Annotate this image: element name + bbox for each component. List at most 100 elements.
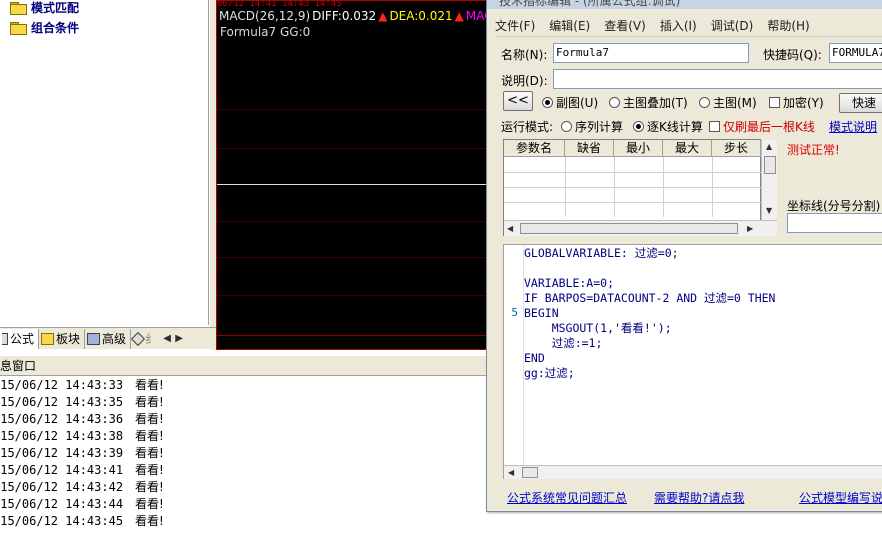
menu-file[interactable]: 文件(F)	[495, 17, 535, 34]
col-max[interactable]: 最大	[663, 140, 712, 157]
last-bar-only-label: 仅刷最后一根K线	[723, 120, 815, 134]
last-bar-only-checkbox[interactable]: 仅刷最后一根K线	[709, 118, 815, 135]
main-chart-radio[interactable]: 主图(M)	[699, 94, 757, 111]
message-time: 015/06/12 14:43:35	[0, 395, 124, 409]
grid-col-line	[614, 157, 615, 217]
series-calc-radio[interactable]: 序列计算	[561, 118, 623, 135]
scroll-down-icon[interactable]: ▼	[766, 206, 772, 215]
test-status: 测试正常!	[787, 143, 840, 157]
main-chart-radio-label: 主图(M)	[713, 96, 757, 110]
encrypt-checkbox[interactable]: 加密(Y)	[769, 94, 824, 111]
parameter-grid[interactable]: 参数名 缺省 最小 最大 步长 ▲ ▼ ◀ ▶	[503, 139, 777, 236]
grid-col-line	[712, 157, 713, 217]
message-text: 看看!	[135, 412, 164, 426]
col-min[interactable]: 最小	[614, 140, 663, 157]
message-window-header: 息窗口	[0, 356, 490, 376]
message-time: 015/06/12 14:43:41	[0, 463, 124, 477]
message-row: 015/06/12 14:43:38 看看!	[0, 428, 490, 445]
main-overlay-radio[interactable]: 主图叠加(T)	[609, 94, 688, 111]
description-input[interactable]	[553, 69, 882, 89]
message-text: 看看!	[135, 480, 164, 494]
menu-view[interactable]: 查看(V)	[604, 17, 646, 34]
bar-calc-radio[interactable]: 逐K线计算	[633, 118, 703, 135]
checkbox-box	[769, 97, 780, 108]
speed-button[interactable]: 快速	[839, 93, 882, 113]
code-line: 过滤:=1;	[524, 336, 603, 350]
collapse-button[interactable]: <<	[503, 91, 533, 111]
code-line: IF BARPOS=DATACOUNT-2 AND 过滤=0 THEN	[524, 291, 776, 305]
scroll-right-arrow-icon[interactable]: ▶	[173, 333, 185, 344]
name-input[interactable]: Formula7	[553, 43, 749, 63]
grid-horizontal-scrollbar[interactable]: ◀ ▶	[504, 220, 777, 236]
menu-edit[interactable]: 编辑(E)	[549, 17, 590, 34]
faq-link[interactable]: 公式系统常见问题汇总	[507, 489, 627, 506]
tab-formula[interactable]: 公式	[0, 328, 40, 349]
scroll-left-icon[interactable]: ◀	[508, 468, 514, 477]
menu-bar: 文件(F) 编辑(E) 查看(V) 插入(I) 调试(D) 帮助(H)	[495, 15, 882, 37]
formula-output-line: Formula7 GG:0	[220, 25, 311, 39]
axis-lines-input[interactable]	[787, 213, 882, 233]
chart-legend: MACD(26,12,9)DIFF:0.032▲DEA:0.021▲MACD	[219, 9, 489, 23]
tree-item-pattern-match[interactable]: 模式匹配	[10, 0, 79, 16]
scroll-thumb[interactable]	[520, 223, 738, 234]
help-link[interactable]: 需要帮助?请点我	[654, 489, 744, 506]
grid-line	[217, 295, 489, 296]
scroll-thumb[interactable]	[522, 467, 538, 478]
message-row: 015/06/12 14:43:41 看看!	[0, 462, 490, 479]
menu-insert[interactable]: 插入(I)	[660, 17, 697, 34]
radio-dot	[561, 121, 572, 132]
grid-line	[217, 148, 489, 149]
folder-icon	[41, 332, 55, 345]
chart-time-axis: 06/12 14:41 14:43 14:45	[217, 0, 342, 9]
code-line: END	[524, 351, 545, 365]
menu-help[interactable]: 帮助(H)	[767, 17, 809, 34]
message-list[interactable]: 015/06/12 14:43:33 看看! 015/06/12 14:43:35…	[0, 377, 490, 548]
message-row: 015/06/12 14:43:45 看看!	[0, 513, 490, 530]
shortcut-label: 快捷码(Q):	[763, 48, 822, 62]
col-default[interactable]: 缺省	[565, 140, 614, 157]
shortcut-input[interactable]: FORMULA7	[829, 43, 882, 63]
menu-debug[interactable]: 调试(D)	[711, 17, 754, 34]
tab-sector[interactable]: 板块	[39, 328, 86, 349]
editor-horizontal-scrollbar[interactable]: ◀	[504, 465, 882, 479]
model-guide-link[interactable]: 公式模型编写说	[799, 489, 882, 506]
name-label: 名称(N):	[501, 48, 548, 62]
grid-col-line	[565, 157, 566, 217]
message-time: 015/06/12 14:43:44	[0, 497, 124, 511]
dialog-title[interactable]: 技术指标编辑 - (所属公式组:调试)	[487, 0, 882, 9]
tab-more[interactable]: 纟	[130, 329, 161, 349]
tree-item-combo-condition[interactable]: 组合条件	[10, 18, 79, 36]
left-tab-strip: 公式 板块 高级 纟 ◀ ▶	[0, 327, 216, 349]
bar-calc-label: 逐K线计算	[647, 120, 703, 134]
tab-advanced[interactable]: 高级	[85, 328, 132, 349]
grid-line	[217, 221, 489, 222]
macd-chart[interactable]: 06/12 14:41 14:43 14:45 MACD(26,12,9) DIF…	[216, 0, 490, 350]
mode-help-link[interactable]: 模式说明	[829, 118, 877, 135]
message-row: 015/06/12 14:43:35 看看!	[0, 394, 490, 411]
formula-tab-icon	[2, 332, 8, 345]
indicator-editor-dialog: 技术指标编辑 - (所属公式组:调试) 文件(F) 编辑(E) 查看(V) 插入…	[486, 0, 882, 512]
formula-code-editor[interactable]: 5 GLOBALVARIABLE: 过滤=0; VARIABLE:A=0; IF…	[503, 244, 882, 479]
message-row: 015/06/12 14:43:39 看看!	[0, 445, 490, 462]
scroll-left-icon[interactable]: ◀	[507, 224, 513, 233]
run-mode-label: 运行模式:	[501, 120, 554, 134]
col-param-name[interactable]: 参数名	[504, 140, 565, 157]
tab-label: 纟	[145, 332, 158, 346]
message-time: 015/06/12 14:43:39	[0, 446, 124, 460]
scroll-right-icon[interactable]: ▶	[747, 224, 753, 233]
subchart-radio-label: 副图(U)	[556, 96, 599, 110]
grid-vertical-scrollbar[interactable]: ▲ ▼	[761, 140, 777, 220]
scroll-up-icon[interactable]: ▲	[766, 142, 772, 151]
col-step[interactable]: 步长	[712, 140, 761, 157]
scroll-left-arrow-icon[interactable]: ◀	[161, 333, 173, 344]
gutter-marker: 5	[511, 306, 518, 319]
tree-item-label: 组合条件	[31, 20, 80, 35]
formula-tree-panel: 模式匹配 组合条件	[0, 0, 209, 325]
folder-icon	[10, 1, 27, 15]
grid-header: 参数名 缺省 最小 最大 步长	[504, 140, 761, 157]
message-text: 看看!	[135, 463, 164, 477]
up-arrow-icon: ▲	[454, 9, 464, 23]
subchart-radio[interactable]: 副图(U)	[542, 94, 598, 111]
scroll-thumb[interactable]	[764, 156, 776, 174]
message-text: 看看!	[135, 429, 164, 443]
